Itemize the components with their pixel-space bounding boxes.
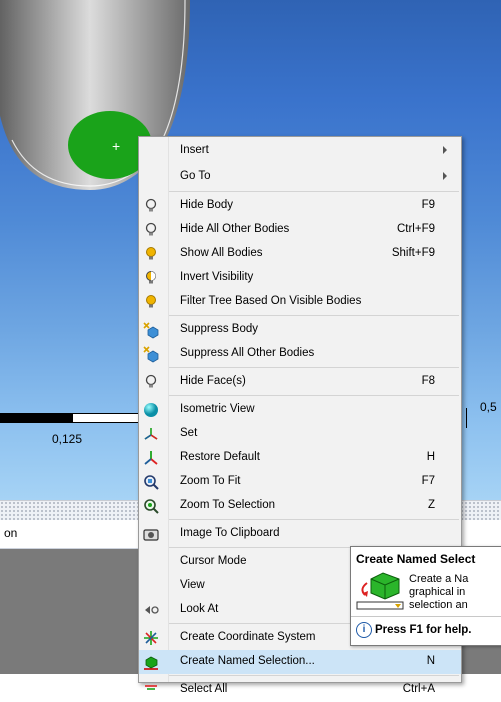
menu-item-restore-default[interactable]: Restore Default H [139, 446, 461, 470]
cursor-cross: + [112, 138, 120, 154]
tooltip-separator [351, 616, 501, 617]
restore-axes-icon [144, 451, 158, 465]
lightbulb-on-icon [146, 295, 156, 308]
menu-item-show-all-bodies[interactable]: Show All Bodies Shift+F9 [139, 242, 461, 266]
zoom-fit-icon [144, 475, 159, 490]
submenu-arrow-icon [443, 146, 447, 154]
named-selection-preview-icon [356, 572, 404, 610]
scale-segment-white [72, 413, 140, 423]
tooltip-title: Create Named Select [356, 552, 476, 566]
menu-item-hide-body[interactable]: Hide Body F9 [139, 194, 461, 218]
set-axes-icon [144, 428, 158, 440]
named-selection-icon [144, 656, 158, 670]
tooltip-body: Create a Na graphical in selection an [409, 573, 469, 611]
menu-item-filter-tree[interactable]: Filter Tree Based On Visible Bodies [139, 290, 461, 314]
zoom-selection-icon [144, 499, 159, 514]
scale-right-tick [466, 408, 467, 428]
scale-segment-black [0, 413, 72, 423]
panel-header-text: on [4, 526, 18, 540]
menu-item-hide-faces[interactable]: Hide Face(s) F8 [139, 370, 461, 394]
menu-item-zoom-to-fit[interactable]: Zoom To Fit F7 [139, 470, 461, 494]
select-all-icon [145, 685, 157, 690]
menu-separator [169, 675, 459, 676]
lightbulb-invert-icon [146, 271, 156, 284]
menu-item-invert-visibility[interactable]: Invert Visibility [139, 266, 461, 290]
camera-icon [143, 529, 159, 541]
menu-item-suppress-all-other-bodies[interactable]: Suppress All Other Bodies [139, 342, 461, 366]
menu-separator [169, 519, 459, 520]
menu-item-set[interactable]: Set [139, 422, 461, 446]
menu-separator [169, 191, 459, 192]
suppress-body-icon [143, 322, 159, 339]
menu-item-suppress-body[interactable]: Suppress Body [139, 318, 461, 342]
menu-item-create-named-selection[interactable]: Create Named Selection... N [139, 650, 461, 674]
lightbulb-outline-icon [145, 374, 157, 388]
isometric-sphere-icon [144, 403, 158, 417]
menu-item-zoom-to-selection[interactable]: Zoom To Selection Z [139, 494, 461, 518]
menu-separator [169, 395, 459, 396]
suppress-body-icon [143, 346, 159, 363]
tooltip-help: Press F1 for help. [375, 624, 472, 636]
info-icon: i [356, 622, 372, 638]
menu-item-hide-all-other-bodies[interactable]: Hide All Other Bodies Ctrl+F9 [139, 218, 461, 242]
menu-item-go-to[interactable]: Go To [139, 165, 461, 189]
lightbulb-outline-icon [145, 198, 157, 212]
menu-item-isometric-view[interactable]: Isometric View [139, 398, 461, 422]
scale-label-right: 0,5 [480, 400, 497, 414]
coordinate-system-icon [144, 631, 158, 645]
menu-separator [169, 367, 459, 368]
tooltip: Create Named Select Create a Na graphica… [350, 546, 501, 646]
menu-item-select-all[interactable]: Select All Ctrl+A [139, 678, 461, 702]
submenu-arrow-icon [443, 172, 447, 180]
menu-item-insert[interactable]: Insert [139, 139, 461, 163]
scale-label-left: 0,125 [52, 432, 83, 446]
look-at-icon [145, 606, 159, 614]
menu-separator [169, 315, 459, 316]
lightbulb-on-icon [146, 247, 156, 260]
menu-item-image-to-clipboard[interactable]: Image To Clipboard [139, 522, 461, 546]
lightbulb-outline-icon [145, 222, 157, 236]
